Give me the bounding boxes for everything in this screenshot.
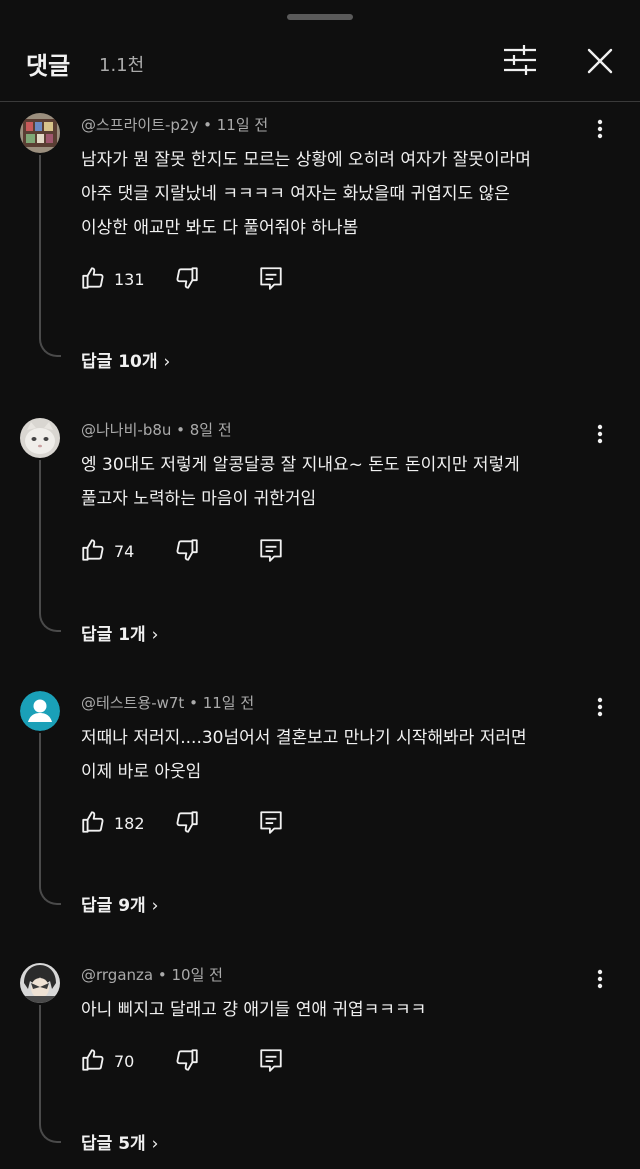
chevron-right-icon: › <box>151 625 159 645</box>
chevron-right-icon: › <box>151 1134 159 1154</box>
thumbs-down-icon[interactable] <box>174 809 200 835</box>
thumbs-down-icon[interactable] <box>174 265 200 291</box>
comment-text: 저때나 저러지....30넘어서 결혼보고 만나기 시작해봐라 저러면 이제 바… <box>81 728 527 782</box>
thread-line <box>39 155 61 357</box>
more-vert-icon[interactable] <box>588 422 612 446</box>
comment-author-meta[interactable]: @스프라이트-p2y • 11일 전 <box>81 114 268 135</box>
reply-icon[interactable] <box>258 265 284 291</box>
more-vert-icon[interactable] <box>588 695 612 719</box>
thumbs-up-icon[interactable] <box>80 537 106 563</box>
comments-header: 댓글 1.1천 <box>0 28 640 102</box>
more-vert-icon[interactable] <box>588 117 612 141</box>
like-count: 182 <box>114 814 145 833</box>
like-count: 70 <box>114 1052 135 1071</box>
comment-text: 엥 30대도 저렇게 알콩달콩 잘 지내요~ 돈도 돈이지만 저렇게 풀고자 노… <box>81 455 520 509</box>
comment-item: @rrganza • 10일 전 아니 삐지고 달래고 걍 애기들 연애 귀엽ㅋ… <box>0 963 640 1163</box>
comment-item: @나나비-b8u • 8일 전 엥 30대도 저렇게 알콩달콩 잘 지내요~ 돈… <box>0 418 640 648</box>
comment-author-meta[interactable]: @나나비-b8u • 8일 전 <box>81 419 232 440</box>
thumbs-up-icon[interactable] <box>80 265 106 291</box>
reply-icon[interactable] <box>258 1047 284 1073</box>
comment-count: 1.1천 <box>99 55 145 76</box>
like-count: 131 <box>114 270 145 289</box>
thumbs-up-icon[interactable] <box>80 1047 106 1073</box>
view-replies-button[interactable]: 답글 10개 › <box>81 347 170 372</box>
comment-item: @스프라이트-p2y • 11일 전 남자가 뭔 잘못 한지도 모르는 상황에 … <box>0 113 640 373</box>
view-replies-button[interactable]: 답글 9개 › <box>81 891 158 916</box>
avatar[interactable] <box>20 691 60 731</box>
like-count: 74 <box>114 542 135 561</box>
comment-actions: 74 <box>80 537 340 567</box>
comment-author-meta[interactable]: @테스트용-w7t • 11일 전 <box>81 692 254 713</box>
view-replies-button[interactable]: 답글 5개 › <box>81 1129 158 1154</box>
chevron-right-icon: › <box>163 352 171 372</box>
reply-icon[interactable] <box>258 809 284 835</box>
comment-actions: 131 <box>80 265 340 295</box>
replies-label: 답글 1개 <box>81 625 146 645</box>
comment-item: @테스트용-w7t • 11일 전 저때나 저러지....30넘어서 결혼보고 … <box>0 691 640 921</box>
replies-label: 답글 9개 <box>81 896 146 916</box>
chevron-right-icon: › <box>151 896 159 916</box>
thumbs-down-icon[interactable] <box>174 1047 200 1073</box>
thumbs-up-icon[interactable] <box>80 809 106 835</box>
close-icon[interactable] <box>584 45 616 77</box>
replies-label: 답글 10개 <box>81 352 158 372</box>
avatar[interactable] <box>20 418 60 458</box>
thread-line <box>39 460 61 632</box>
comment-actions: 70 <box>80 1047 340 1077</box>
comment-text: 아니 삐지고 달래고 걍 애기들 연애 귀엽ㅋㅋㅋㅋ <box>81 1000 427 1020</box>
drag-handle[interactable] <box>287 14 353 20</box>
comment-author-meta[interactable]: @rrganza • 10일 전 <box>81 964 223 985</box>
avatar[interactable] <box>20 113 60 153</box>
thread-line <box>39 733 61 905</box>
sliders-icon[interactable] <box>502 44 538 76</box>
replies-label: 답글 5개 <box>81 1134 146 1154</box>
avatar[interactable] <box>20 963 60 1003</box>
thumbs-down-icon[interactable] <box>174 537 200 563</box>
thread-line <box>39 1005 61 1143</box>
comment-actions: 182 <box>80 809 340 839</box>
page-title: 댓글 <box>26 52 71 80</box>
reply-icon[interactable] <box>258 537 284 563</box>
comment-text: 남자가 뭔 잘못 한지도 모르는 상황에 오히려 여자가 잘못이라며 아주 댓글… <box>81 150 531 238</box>
view-replies-button[interactable]: 답글 1개 › <box>81 620 158 645</box>
more-vert-icon[interactable] <box>588 967 612 991</box>
